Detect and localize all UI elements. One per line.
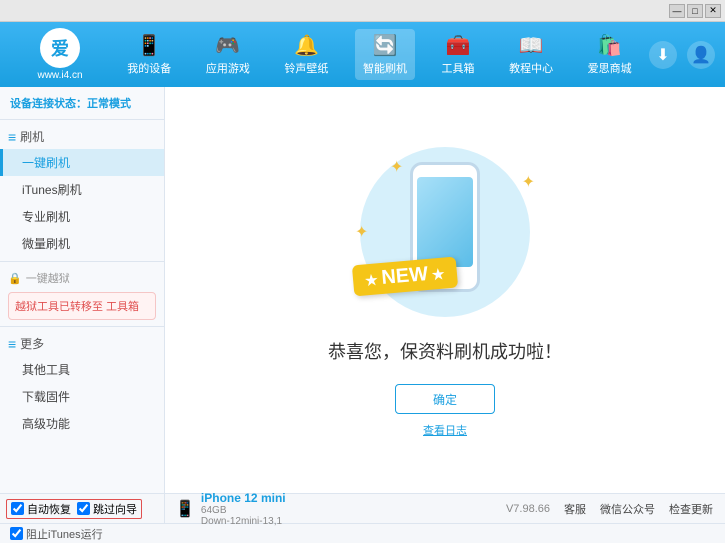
divider-2 [0,261,164,262]
nav-tutorials-label: 教程中心 [509,60,553,76]
nav-apps-label: 应用游戏 [206,60,250,76]
minimize-button[interactable]: — [669,4,685,18]
nav-toolbox-label: 工具箱 [442,60,475,76]
itunes-notice: 阻止iTunes运行 [10,526,103,542]
sparkle-2: ✦ [522,172,535,192]
sidebar: 设备连接状态：正常模式 ≡ 刷机 一键刷机 iTunes刷机 专业刷机 微量刷机… [0,87,165,493]
logo-text: www.i4.cn [37,70,82,81]
status-label-text: 设备连接状态： [10,98,87,110]
bottom-bar: 自动恢复 跳过向导 📱 iPhone 12 mini 64GB Down-12m… [0,493,725,523]
nav-smart-flash-icon: 🔄 [373,33,398,58]
nav-tutorials[interactable]: 📖 教程中心 [501,29,561,80]
sidebar-locked-jailbreak: 🔒 一键越狱 [0,266,164,290]
checkbox-group: 自动恢复 跳过向导 [6,499,142,519]
wechat-link[interactable]: 微信公众号 [600,501,655,517]
more-section-label: 更多 [20,335,44,352]
device-info-section: 📱 iPhone 12 mini 64GB Down-12mini-13,1 [165,494,506,523]
nav-store-label: 爱思商城 [588,60,632,76]
device-icon: 📱 [175,499,195,519]
device-details: iPhone 12 mini 64GB Down-12mini-13,1 [201,491,286,527]
nav-tutorials-icon: 📖 [519,33,544,58]
status-value-text: 正常模式 [87,98,131,110]
nav-apps-icon: 🎮 [215,33,240,58]
nav-smart-flash[interactable]: 🔄 智能刷机 [355,29,415,80]
skip-wizard-checkbox[interactable]: 跳过向导 [77,501,137,517]
confirm-button[interactable]: 确定 [395,384,495,414]
itunes-notice-bar: 阻止iTunes运行 [0,523,725,543]
nav-smart-flash-label: 智能刷机 [363,60,407,76]
nav-toolbox-icon: 🧰 [446,33,471,58]
phone-screen [417,177,473,267]
sidebar-more-section[interactable]: ≡ 更多 [0,331,164,356]
divider-1 [0,119,164,120]
nav-toolbox[interactable]: 🧰 工具箱 [434,29,483,80]
more-section-icon: ≡ [8,336,16,352]
nav-right: ⬇ 👤 [649,41,715,69]
sparkle-3: ✦ [355,222,368,242]
sidebar-item-download-firmware[interactable]: 下载固件 [0,383,164,410]
device-storage: 64GB [201,505,286,516]
auto-restore-checkbox[interactable]: 自动恢复 [11,501,71,517]
title-bar: — □ ✕ [0,0,725,22]
nav-items: 📱 我的设备 🎮 应用游戏 🔔 铃声壁纸 🔄 智能刷机 🧰 工具箱 📖 教程中心… [110,29,649,80]
device-name: iPhone 12 mini [201,491,286,505]
illustration: ✦ ✦ ✦ NEW [335,142,555,322]
main-area: 设备连接状态：正常模式 ≡ 刷机 一键刷机 iTunes刷机 专业刷机 微量刷机… [0,87,725,493]
top-nav: 爱 www.i4.cn 📱 我的设备 🎮 应用游戏 🔔 铃声壁纸 🔄 智能刷机 … [0,22,725,87]
sparkle-1: ✦ [390,157,403,177]
support-link[interactable]: 客服 [564,501,586,517]
content-area: ✦ ✦ ✦ NEW 恭喜您，保资料刷机成功啦！ 确定 查看日志 [165,87,725,493]
warning-text: 越狱工具已转移至 工具箱 [15,301,139,313]
nav-ringtones[interactable]: 🔔 铃声壁纸 [276,29,336,80]
device-info: 📱 iPhone 12 mini 64GB Down-12mini-13,1 [175,491,286,527]
device-model: Down-12mini-13,1 [201,516,286,527]
auto-restore-input[interactable] [11,502,24,515]
sidebar-item-advanced[interactable]: 高级功能 [0,410,164,437]
maximize-button[interactable]: □ [687,4,703,18]
version-text: V7.98.66 [506,503,550,515]
download-button[interactable]: ⬇ [649,41,677,69]
logo-area: 爱 www.i4.cn [10,28,110,81]
nav-my-device[interactable]: 📱 我的设备 [119,29,179,80]
lock-icon: 🔒 [8,272,22,285]
skip-wizard-input[interactable] [77,502,90,515]
sidebar-item-one-click-flash[interactable]: 一键刷机 [0,149,164,176]
nav-apps-games[interactable]: 🎮 应用游戏 [198,29,258,80]
flash-section-icon: ≡ [8,129,16,145]
check-update-link[interactable]: 检查更新 [669,501,713,517]
view-log-link[interactable]: 查看日志 [423,422,467,438]
nav-store[interactable]: 🛍️ 爱思商城 [580,29,640,80]
divider-3 [0,326,164,327]
account-button[interactable]: 👤 [687,41,715,69]
success-message: 恭喜您，保资料刷机成功啦！ [328,338,562,364]
nav-ringtones-icon: 🔔 [294,33,319,58]
nav-my-device-label: 我的设备 [127,60,171,76]
flash-section-label: 刷机 [20,128,44,145]
jailbreak-warning: 越狱工具已转移至 工具箱 [8,292,156,320]
nav-store-icon: 🛍️ [597,33,622,58]
itunes-notice-text: 阻止iTunes运行 [26,526,103,542]
bottom-left: 自动恢复 跳过向导 [0,494,165,523]
nav-ringtones-label: 铃声壁纸 [284,60,328,76]
bottom-right: V7.98.66 客服 微信公众号 检查更新 [506,494,725,523]
sidebar-item-itunes-flash[interactable]: iTunes刷机 [0,176,164,203]
nav-my-device-icon: 📱 [137,33,162,58]
sidebar-item-pro-flash[interactable]: 专业刷机 [0,203,164,230]
itunes-checkbox[interactable] [10,527,23,540]
sidebar-item-micro-flash[interactable]: 微量刷机 [0,230,164,257]
sidebar-item-other-tools[interactable]: 其他工具 [0,356,164,383]
connection-status: 设备连接状态：正常模式 [0,91,164,115]
close-button[interactable]: ✕ [705,4,721,18]
locked-label: 一键越狱 [26,270,70,286]
logo-icon: 爱 [40,28,80,68]
sidebar-section-flash[interactable]: ≡ 刷机 [0,124,164,149]
